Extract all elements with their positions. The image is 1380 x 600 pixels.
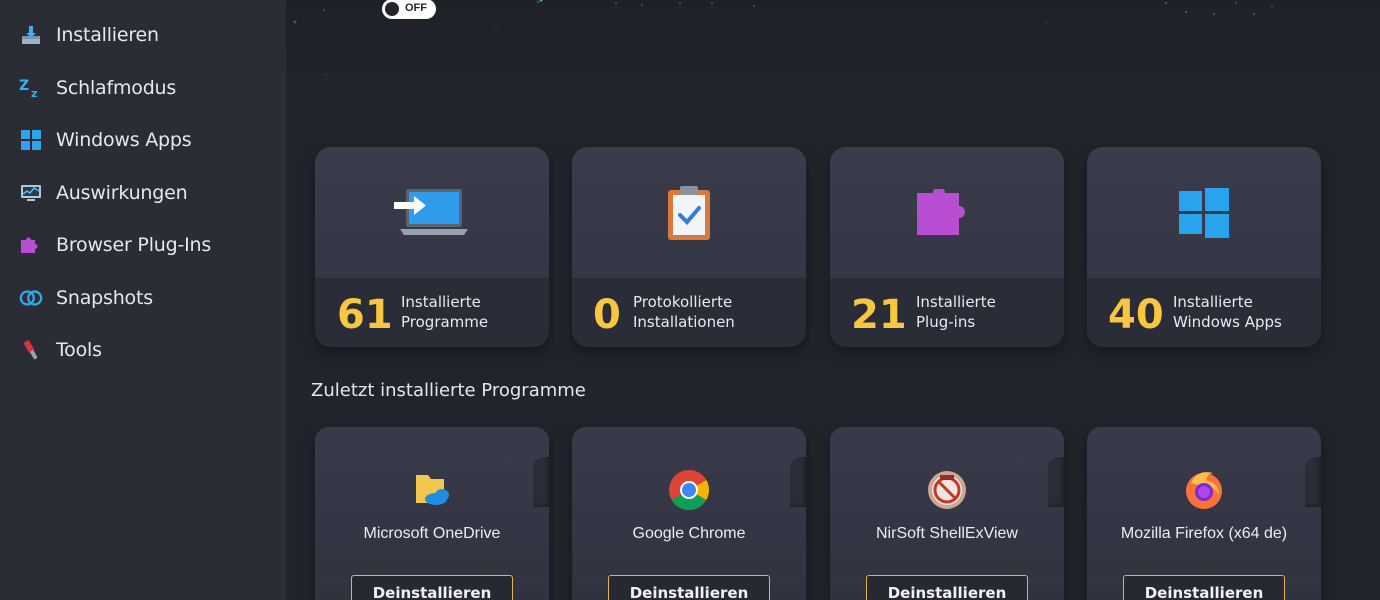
toggle-label: OFF (405, 2, 427, 14)
install-icon (19, 23, 43, 47)
sidebar-item-installieren[interactable]: Installieren (0, 13, 286, 57)
sidebar-item-schlafmodus[interactable]: Z z Schlafmodus (0, 66, 286, 110)
program-card-chrome: Google Chrome Deinstallieren (572, 427, 806, 600)
stat-label-line2: Programme (401, 313, 489, 331)
stat-number: 40 (1108, 292, 1164, 338)
stat-card-logged-installations[interactable]: 0 Protokollierte Installationen (572, 147, 806, 347)
stat-label: Installierte Windows Apps (1173, 292, 1321, 332)
windows-icon (1087, 147, 1321, 278)
sidebar-item-label: Snapshots (56, 287, 153, 309)
sidebar-item-label: Browser Plug-Ins (56, 234, 212, 256)
stat-label-line2: Plug-ins (916, 313, 976, 331)
program-card-shellexview: NirSoft ShellExView Deinstallieren (830, 427, 1064, 600)
uninstall-button[interactable]: Deinstallieren (1123, 575, 1285, 600)
laptop-install-icon (315, 147, 549, 278)
clipboard-check-icon (572, 147, 806, 278)
stat-number: 0 (593, 292, 621, 338)
stat-card-installed-programs[interactable]: 61 Installierte Programme (315, 147, 549, 347)
stat-label-line2: Installationen (633, 313, 735, 331)
svg-text:z: z (31, 87, 37, 99)
sidebar-item-label: Auswirkungen (56, 182, 188, 204)
hero-decoration (293, 0, 1327, 76)
uninstall-button[interactable]: Deinstallieren (351, 575, 513, 600)
program-card-onedrive: Microsoft OneDrive Deinstallieren (315, 427, 549, 600)
sidebar-item-tools[interactable]: Tools (0, 328, 286, 372)
puzzle-icon (830, 147, 1064, 278)
monitor-chart-icon (19, 181, 43, 205)
stat-number: 61 (337, 292, 393, 338)
onedrive-icon (315, 469, 549, 513)
sidebar-item-label: Schlafmodus (56, 77, 177, 99)
firefox-icon (1087, 469, 1321, 513)
stat-card-installed-plugins[interactable]: 21 Installierte Plug-ins (830, 147, 1064, 347)
sidebar-item-snapshots[interactable]: Snapshots (0, 276, 286, 320)
stat-number: 21 (851, 292, 907, 338)
sleep-icon: Z z (19, 76, 43, 100)
sidebar-item-browser-plugins[interactable]: Browser Plug-Ins (0, 223, 286, 267)
uninstall-button[interactable]: Deinstallieren (866, 575, 1028, 600)
stat-card-installed-windows-apps[interactable]: 40 Installierte Windows Apps (1087, 147, 1321, 347)
sleep-mode-toggle[interactable]: OFF (382, 0, 436, 19)
sidebar-item-label: Windows Apps (56, 129, 192, 151)
program-card-firefox: Mozilla Firefox (x64 de) Deinstallieren (1087, 427, 1321, 600)
stat-label: Protokollierte Installationen (633, 292, 783, 332)
program-name: Microsoft OneDrive (363, 525, 501, 542)
toggle-knob (385, 2, 399, 16)
stat-label-line1: Installierte (1173, 293, 1253, 311)
stat-label: Installierte Programme (401, 292, 549, 332)
sidebar: Installieren Z z Schlafmodus Windows App… (0, 0, 286, 600)
stat-label: Installierte Plug-ins (916, 292, 1064, 332)
stat-label-line1: Installierte (916, 293, 996, 311)
tools-icon (19, 338, 43, 362)
chrome-icon (572, 469, 806, 513)
section-title-recent: Zuletzt installierte Programme (311, 380, 586, 401)
windows-icon (19, 128, 43, 152)
sidebar-item-label: Tools (56, 339, 102, 361)
stat-label-line1: Installierte (401, 293, 481, 311)
program-name: Google Chrome (632, 525, 746, 542)
sidebar-item-label: Installieren (56, 24, 159, 46)
program-name: NirSoft ShellExView (876, 525, 1018, 542)
stat-label-line2: Windows Apps (1173, 313, 1282, 331)
sidebar-item-windows-apps[interactable]: Windows Apps (0, 118, 286, 162)
sidebar-item-auswirkungen[interactable]: Auswirkungen (0, 171, 286, 215)
stat-label-line1: Protokollierte (633, 293, 733, 311)
puzzle-icon (19, 233, 43, 257)
rings-icon (19, 286, 43, 310)
svg-text:Z: Z (19, 78, 29, 94)
shellexview-icon (830, 469, 1064, 513)
program-name: Mozilla Firefox (x64 de) (1120, 525, 1288, 542)
uninstall-button[interactable]: Deinstallieren (608, 575, 770, 600)
